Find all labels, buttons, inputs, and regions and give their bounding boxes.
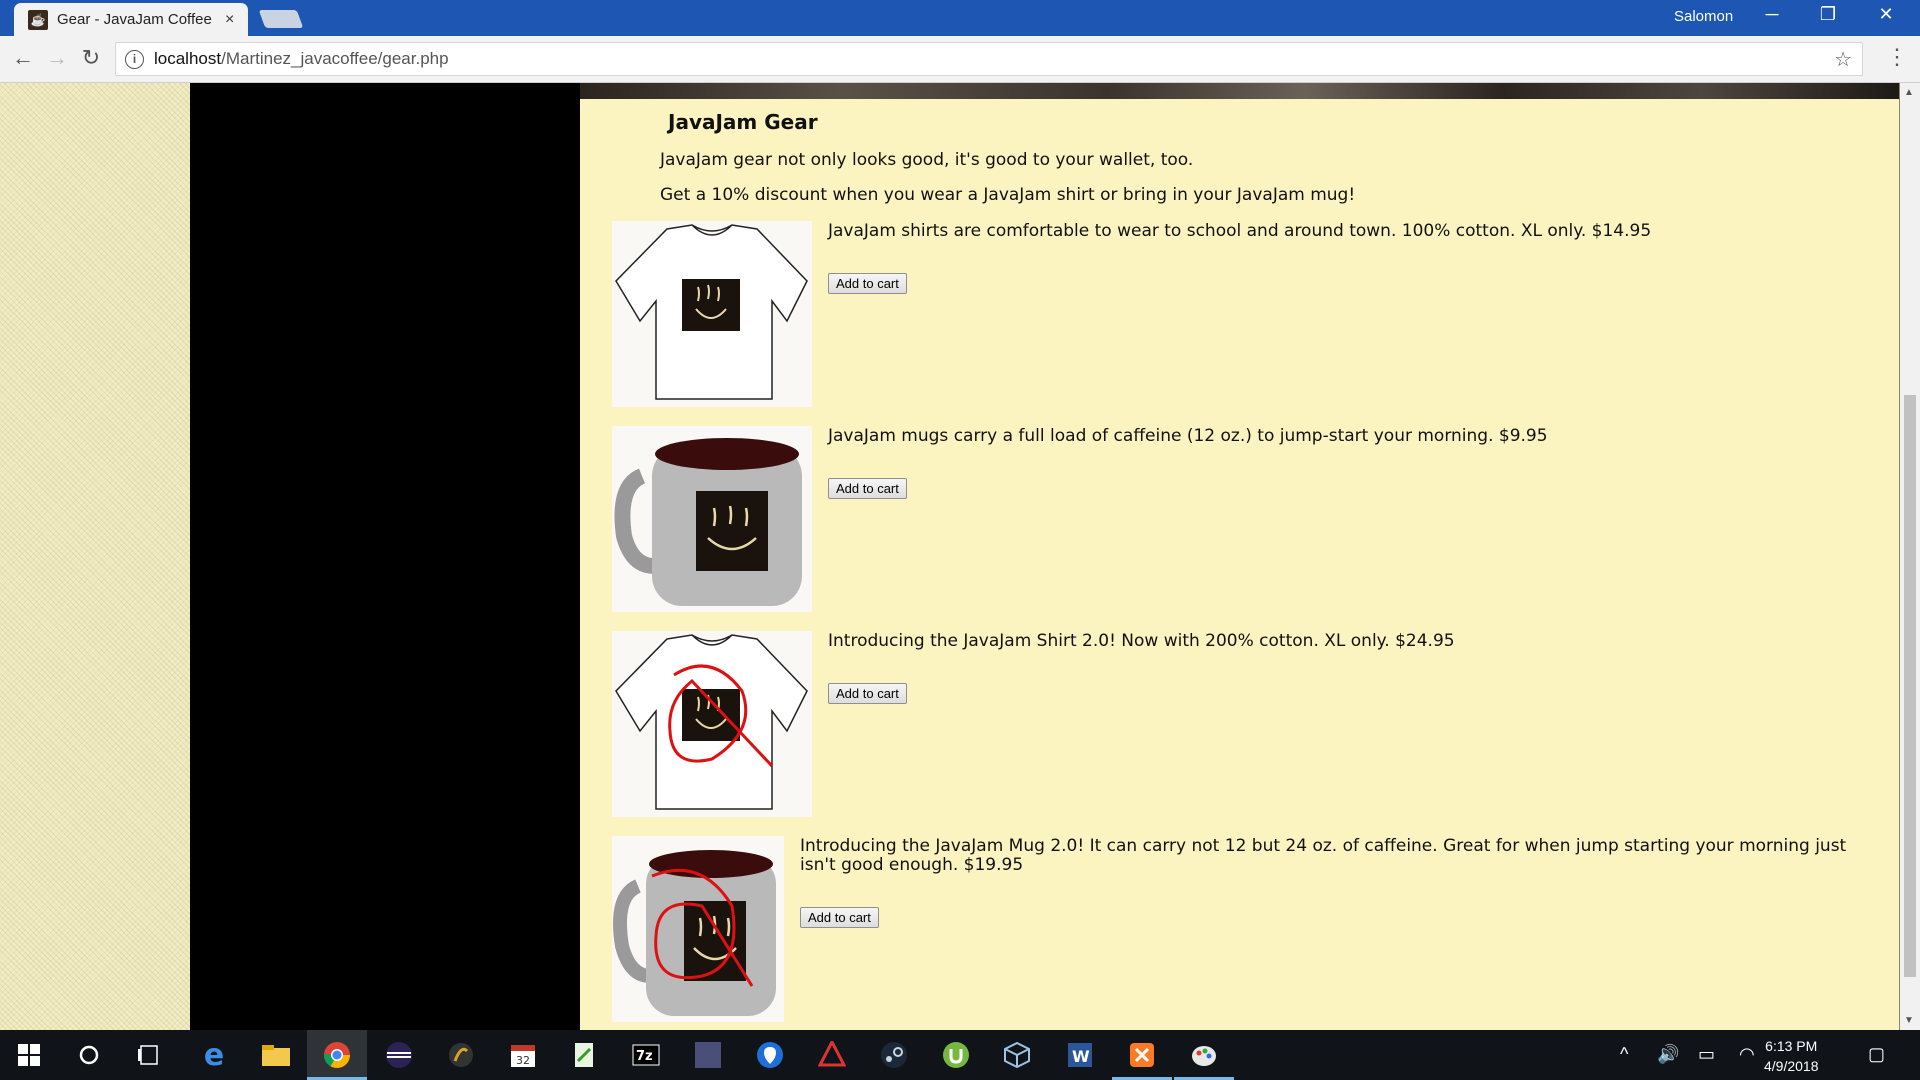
tab-close-icon[interactable]: × (225, 11, 234, 29)
header-image-strip (580, 83, 1899, 99)
app-gold-icon[interactable] (446, 1040, 476, 1070)
paint-icon[interactable] (1189, 1040, 1219, 1070)
page-title: JavaJam Gear (668, 110, 818, 134)
site-info-icon[interactable]: i (125, 49, 144, 69)
battery-icon[interactable]: ▭ (1698, 1044, 1715, 1065)
chrome-icon[interactable] (322, 1040, 352, 1070)
word-icon[interactable]: W (1065, 1040, 1095, 1070)
file-explorer-icon[interactable] (261, 1040, 291, 1070)
minimize-button[interactable]: ─ (1752, 4, 1792, 25)
scrollbar-thumb[interactable] (1904, 395, 1916, 977)
action-center-icon[interactable]: ▢ (1868, 1044, 1885, 1065)
product-description: Introducing the JavaJam Shirt 2.0! Now w… (828, 631, 1455, 651)
clock-date: 4/9/2018 (1764, 1058, 1819, 1074)
forward-button[interactable]: → (42, 45, 72, 71)
browser-titlebar: ☕ Gear - JavaJam Coffee H × Salomon ─ ❐ … (0, 0, 1920, 36)
scroll-up-arrow-icon[interactable]: ▲ (1904, 87, 1914, 98)
back-button[interactable]: ← (8, 45, 38, 71)
coffee-favicon-icon: ☕ (28, 9, 48, 30)
close-window-button[interactable]: ✕ (1866, 4, 1906, 25)
main-content: JavaJam Gear JavaJam gear not only looks… (580, 83, 1900, 1030)
add-to-cart-button[interactable]: Add to cart (828, 273, 907, 294)
add-to-cart-button[interactable]: Add to cart (828, 478, 907, 499)
snipping-tool-icon[interactable] (817, 1040, 847, 1070)
taskbar-clock[interactable]: 6:13 PM 4/9/2018 (1764, 1036, 1819, 1076)
calendar-day-text: 32 (516, 1054, 530, 1067)
restore-button[interactable]: ❐ (1808, 4, 1848, 25)
utorrent-icon[interactable] (941, 1040, 971, 1070)
add-to-cart-button[interactable]: Add to cart (800, 907, 879, 928)
clock-time: 6:13 PM (1765, 1038, 1818, 1054)
eclipse-icon[interactable] (384, 1040, 414, 1070)
scroll-down-arrow-icon[interactable]: ▼ (1904, 1015, 1914, 1026)
virtualbox-icon[interactable] (1002, 1040, 1032, 1070)
steam-icon[interactable] (879, 1040, 909, 1070)
shirt-image (612, 221, 812, 407)
page-wrapper: JavaJam Gear JavaJam gear not only looks… (190, 83, 1900, 1030)
7zip-label: 7z (636, 1049, 653, 1064)
product-description: Introducing the JavaJam Mug 2.0! It can … (800, 836, 1847, 875)
tab-title: Gear - JavaJam Coffee H (57, 11, 217, 28)
task-view-icon[interactable] (134, 1040, 164, 1070)
url-path: /Martinez_javacoffee/gear.php (221, 49, 449, 68)
new-tab-button[interactable] (258, 10, 304, 28)
browser-tab-active[interactable]: ☕ Gear - JavaJam Coffee H × (14, 3, 248, 36)
profile-name[interactable]: Salomon (1674, 8, 1733, 25)
edge-browser-icon[interactable]: e (199, 1038, 229, 1073)
calendar-icon[interactable]: 32 (508, 1040, 538, 1070)
mug-image (612, 426, 812, 612)
intro-text: JavaJam gear not only looks good, it's g… (660, 150, 1194, 170)
wifi-icon[interactable]: ◠ (1739, 1044, 1755, 1065)
url-host: localhost (154, 49, 222, 68)
volume-icon[interactable]: 🔊 (1657, 1044, 1679, 1065)
product-description: JavaJam shirts are comfortable to wear t… (828, 221, 1652, 241)
url-text[interactable]: localhost/Martinez_javacoffee/gear.php (154, 49, 449, 69)
cortana-search-icon[interactable] (74, 1040, 104, 1070)
page-scrollbar[interactable]: ▲ ▼ (1900, 83, 1920, 1030)
svg-text:W: W (1072, 1047, 1090, 1066)
address-bar[interactable]: i localhost/Martinez_javacoffee/gear.php… (115, 42, 1863, 76)
reload-button[interactable]: ↻ (76, 45, 106, 71)
mug-2-image (612, 836, 784, 1022)
page-viewport: JavaJam Gear JavaJam gear not only looks… (0, 83, 1900, 1030)
add-to-cart-button[interactable]: Add to cart (828, 683, 907, 704)
notepad-plus-icon[interactable] (569, 1040, 599, 1070)
show-hidden-icons-icon[interactable]: ^ (1620, 1044, 1628, 1065)
7zip-icon[interactable]: 7z (631, 1040, 661, 1070)
product-description: JavaJam mugs carry a full load of caffei… (828, 426, 1548, 446)
app-window-icon[interactable] (693, 1040, 723, 1070)
browser-toolbar: ← → ↻ i localhost/Martinez_javacoffee/ge… (0, 36, 1920, 83)
discount-text: Get a 10% discount when you wear a JavaJ… (660, 185, 1356, 205)
maps-icon[interactable] (755, 1040, 785, 1070)
bookmark-star-icon[interactable]: ☆ (1834, 47, 1852, 72)
shirt-2-image (612, 631, 812, 817)
windows-start-icon[interactable] (14, 1040, 44, 1070)
browser-menu-icon[interactable]: ⋮ (1886, 44, 1908, 70)
windows-taskbar: e 32 7z W ^ 🔊 ▭ ◠ 6:13 PM 4/9/2018 ▢ (0, 1030, 1920, 1080)
xampp-icon[interactable] (1127, 1040, 1157, 1070)
